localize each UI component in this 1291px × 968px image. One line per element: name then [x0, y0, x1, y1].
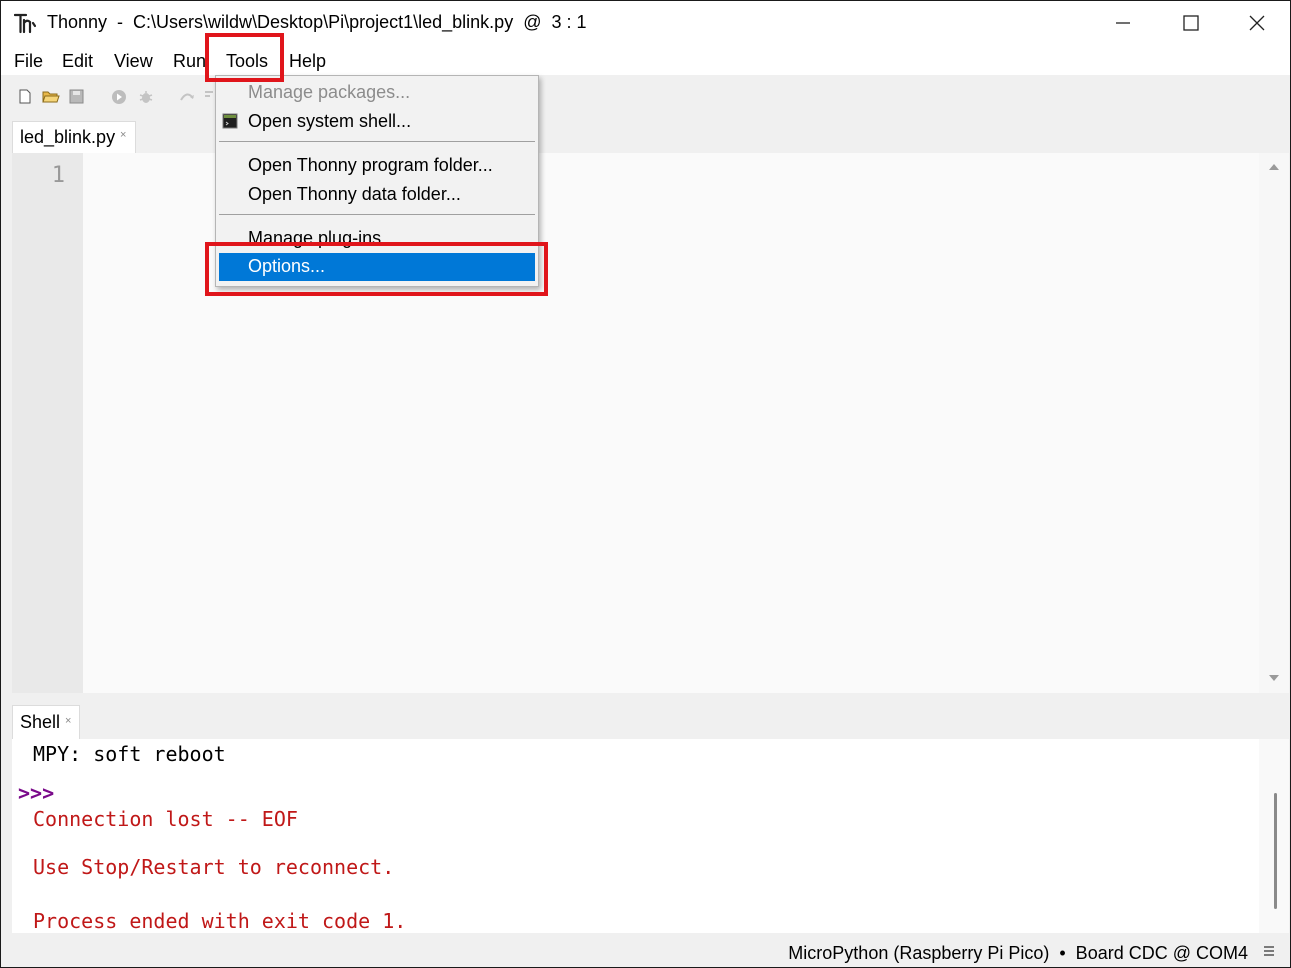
- menu-bar: File Edit View Run Tools Help: [1, 45, 1290, 75]
- line-number-gutter: 1: [12, 153, 83, 693]
- title-bar: Thonny - C:\Users\wildw\Desktop\Pi\proje…: [1, 1, 1290, 45]
- shell-tab-close-icon[interactable]: ×: [65, 715, 71, 727]
- editor-scrollbar[interactable]: [1259, 153, 1289, 693]
- shell-scrollbar-thumb[interactable]: [1274, 793, 1277, 909]
- menu-item-open-data-folder[interactable]: Open Thonny data folder...: [219, 181, 535, 209]
- interpreter-status[interactable]: MicroPython (Raspberry Pi Pico) • Board …: [788, 943, 1248, 964]
- debug-icon[interactable]: [138, 89, 154, 110]
- scroll-down-icon[interactable]: [1268, 673, 1280, 683]
- save-icon[interactable]: [69, 89, 84, 109]
- shell-tab-bar: Shell ×: [1, 699, 1290, 739]
- run-icon[interactable]: [111, 89, 127, 110]
- shell-output-line: MPY: soft reboot: [33, 742, 226, 766]
- annotation-highlight-options: [205, 242, 548, 296]
- shell-prompt: >>>: [18, 781, 55, 805]
- hamburger-menu-icon[interactable]: [1263, 945, 1275, 957]
- menu-item-open-system-shell[interactable]: Open system shell...: [219, 108, 535, 136]
- line-number: 1: [51, 163, 65, 188]
- menu-file[interactable]: File: [14, 51, 43, 72]
- menu-edit[interactable]: Edit: [62, 51, 93, 72]
- step-into-icon[interactable]: [203, 89, 215, 110]
- menu-item-open-program-folder[interactable]: Open Thonny program folder...: [219, 152, 535, 180]
- menu-view[interactable]: View: [114, 51, 153, 72]
- tab-label: led_blink.py: [20, 127, 116, 147]
- window-title: Thonny - C:\Users\wildw\Desktop\Pi\proje…: [47, 12, 587, 32]
- tab-close-icon[interactable]: ×: [120, 129, 126, 141]
- minimize-icon: [1116, 22, 1130, 24]
- menu-help[interactable]: Help: [289, 51, 326, 72]
- maximize-button[interactable]: [1156, 1, 1226, 45]
- terminal-icon: [222, 113, 238, 129]
- close-icon: [1249, 15, 1265, 31]
- step-over-icon[interactable]: [179, 89, 195, 110]
- status-bar: MicroPython (Raspberry Pi Pico) • Board …: [1, 935, 1290, 967]
- code-editor: 1: [12, 153, 1289, 693]
- annotation-highlight-tools: [205, 33, 284, 82]
- menu-item-label: Open Thonny data folder...: [248, 184, 461, 204]
- open-folder-icon[interactable]: [42, 89, 60, 109]
- editor-tab-bar: led_blink.py ×: [1, 117, 1290, 153]
- maximize-icon: [1183, 15, 1199, 31]
- shell-panel[interactable]: MPY: soft reboot >>> Connection lost -- …: [12, 739, 1289, 933]
- menu-item-label: Open Thonny program folder...: [248, 155, 493, 175]
- toolbar: [1, 75, 1290, 117]
- menu-item-manage-packages[interactable]: Manage packages...: [219, 79, 535, 107]
- menu-item-label: Manage packages...: [248, 82, 411, 102]
- tab-shell[interactable]: Shell ×: [12, 705, 80, 739]
- shell-tab-label: Shell: [20, 712, 61, 732]
- thonny-window: Thonny - C:\Users\wildw\Desktop\Pi\proje…: [0, 0, 1291, 968]
- shell-scrollbar[interactable]: [1259, 739, 1289, 933]
- thonny-app-icon: [13, 12, 37, 34]
- close-window-button[interactable]: [1222, 1, 1290, 45]
- shell-error-line: Process ended with exit code 1.: [33, 909, 407, 933]
- scroll-up-icon[interactable]: [1268, 162, 1280, 172]
- menu-run[interactable]: Run: [173, 51, 206, 72]
- menu-item-label: Open system shell...: [248, 111, 412, 131]
- minimize-button[interactable]: [1088, 1, 1158, 45]
- shell-error-line: Use Stop/Restart to reconnect.: [33, 855, 395, 879]
- new-file-icon[interactable]: [18, 89, 32, 109]
- tab-led-blink[interactable]: led_blink.py ×: [12, 121, 136, 153]
- shell-error-line: Connection lost -- EOF: [33, 807, 298, 831]
- menu-separator: [219, 141, 535, 142]
- menu-separator: [219, 214, 535, 215]
